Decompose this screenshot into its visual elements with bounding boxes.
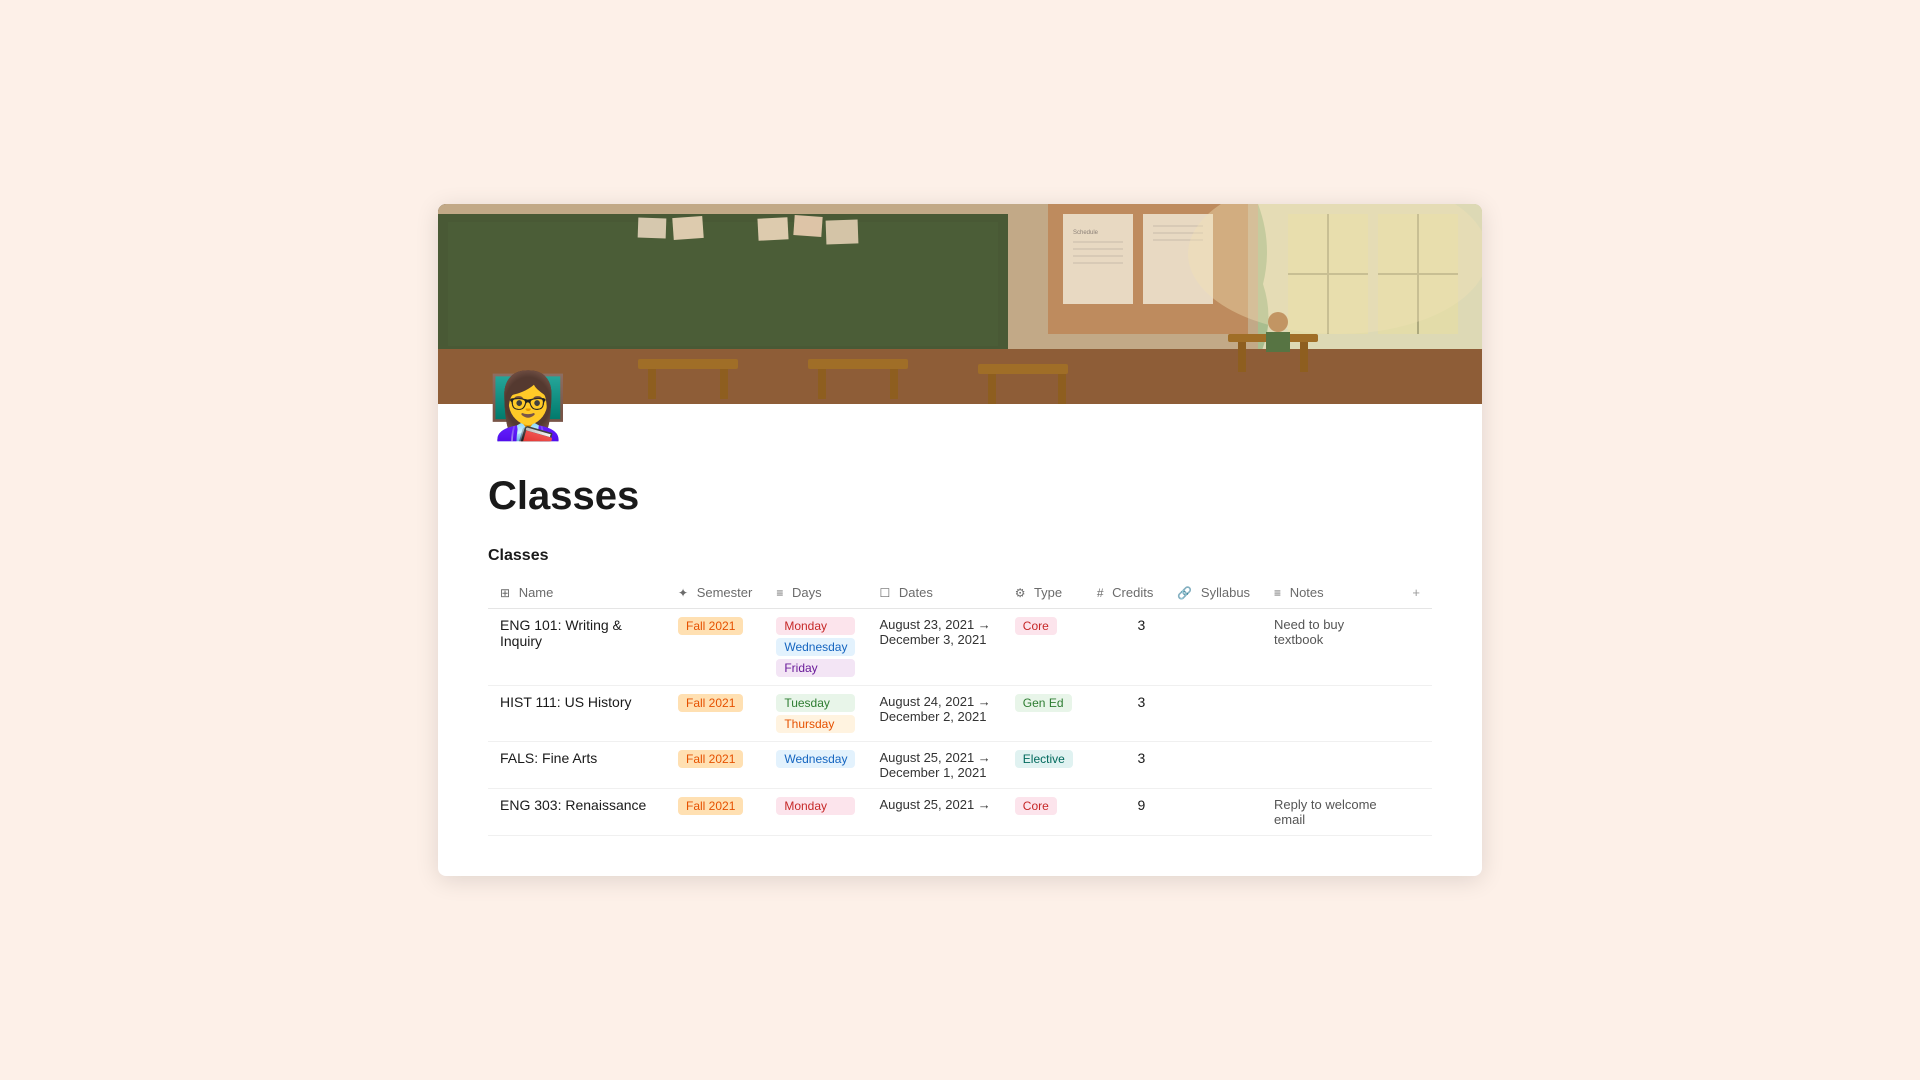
col-credits[interactable]: # Credits [1085,577,1166,609]
col-name[interactable]: ⊞ Name [488,577,666,609]
cell-semester: Fall 2021 [666,609,764,686]
person-icon: ⊞ [500,586,510,600]
cell-days: Wednesday [764,742,867,789]
calendar-icon: ☐ [879,586,890,600]
cell-notes: Reply to welcome email [1262,789,1400,836]
cell-syllabus [1165,742,1262,789]
cell-credits: 9 [1085,789,1166,836]
page-container: Schedule [438,204,1482,876]
table-row[interactable]: FALS: Fine ArtsFall 2021WednesdayAugust … [488,742,1432,789]
cell-dates: August 23, 2021 →December 3, 2021 [867,609,1002,686]
cell-dates: August 25, 2021 → [867,789,1002,836]
cell-credits: 3 [1085,609,1166,686]
col-dates[interactable]: ☐ Dates [867,577,1002,609]
cell-name: ENG 101: Writing & Inquiry [488,609,666,686]
cell-notes: Need to buy textbook [1262,609,1400,686]
notes-icon: ≡ [1274,586,1281,600]
page-title: Classes [488,474,1432,519]
cell-dates: August 24, 2021 →December 2, 2021 [867,686,1002,742]
col-days[interactable]: ≡ Days [764,577,867,609]
cell-type: Elective [1003,742,1085,789]
link-icon: 🔗 [1177,586,1192,600]
cell-type: Core [1003,789,1085,836]
avatar: 👩‍🏫 [488,374,568,438]
cell-notes [1262,742,1400,789]
col-syllabus[interactable]: 🔗 Syllabus [1165,577,1262,609]
gear-icon: ⚙ [1015,586,1026,600]
cell-extra [1400,789,1432,836]
hash-icon: # [1097,586,1104,600]
cell-semester: Fall 2021 [666,742,764,789]
cell-syllabus [1165,789,1262,836]
cell-extra [1400,609,1432,686]
banner-image: Schedule [438,204,1482,404]
cell-semester: Fall 2021 [666,789,764,836]
cell-days: Monday [764,789,867,836]
table-wrapper: ⊞ Name ✦ Semester ≡ Days ☐ [488,577,1432,836]
cell-type: Core [1003,609,1085,686]
lines-icon: ≡ [776,586,783,600]
col-notes[interactable]: ≡ Notes [1262,577,1400,609]
circle-icon: ✦ [678,586,688,600]
table-row[interactable]: ENG 101: Writing & InquiryFall 2021Monda… [488,609,1432,686]
cell-days: TuesdayThursday [764,686,867,742]
cell-type: Gen Ed [1003,686,1085,742]
cell-notes [1262,686,1400,742]
table-row[interactable]: ENG 303: RenaissanceFall 2021MondayAugus… [488,789,1432,836]
cell-name: FALS: Fine Arts [488,742,666,789]
add-column-button[interactable]: + [1400,577,1432,609]
cell-extra [1400,742,1432,789]
cell-syllabus [1165,686,1262,742]
cell-dates: August 25, 2021 →December 1, 2021 [867,742,1002,789]
avatar-emoji: 👩‍🏫 [488,374,568,438]
cell-syllabus [1165,609,1262,686]
cell-name: HIST 111: US History [488,686,666,742]
cell-credits: 3 [1085,686,1166,742]
section-label: Classes [488,547,1432,565]
cell-credits: 3 [1085,742,1166,789]
cell-name: ENG 303: Renaissance [488,789,666,836]
cell-extra [1400,686,1432,742]
cell-days: MondayWednesdayFriday [764,609,867,686]
cell-semester: Fall 2021 [666,686,764,742]
col-semester[interactable]: ✦ Semester [666,577,764,609]
content-area: Classes Classes ⊞ Name ✦ Semester [438,438,1482,876]
col-type[interactable]: ⚙ Type [1003,577,1085,609]
classes-table: ⊞ Name ✦ Semester ≡ Days ☐ [488,577,1432,836]
table-row[interactable]: HIST 111: US HistoryFall 2021TuesdayThur… [488,686,1432,742]
